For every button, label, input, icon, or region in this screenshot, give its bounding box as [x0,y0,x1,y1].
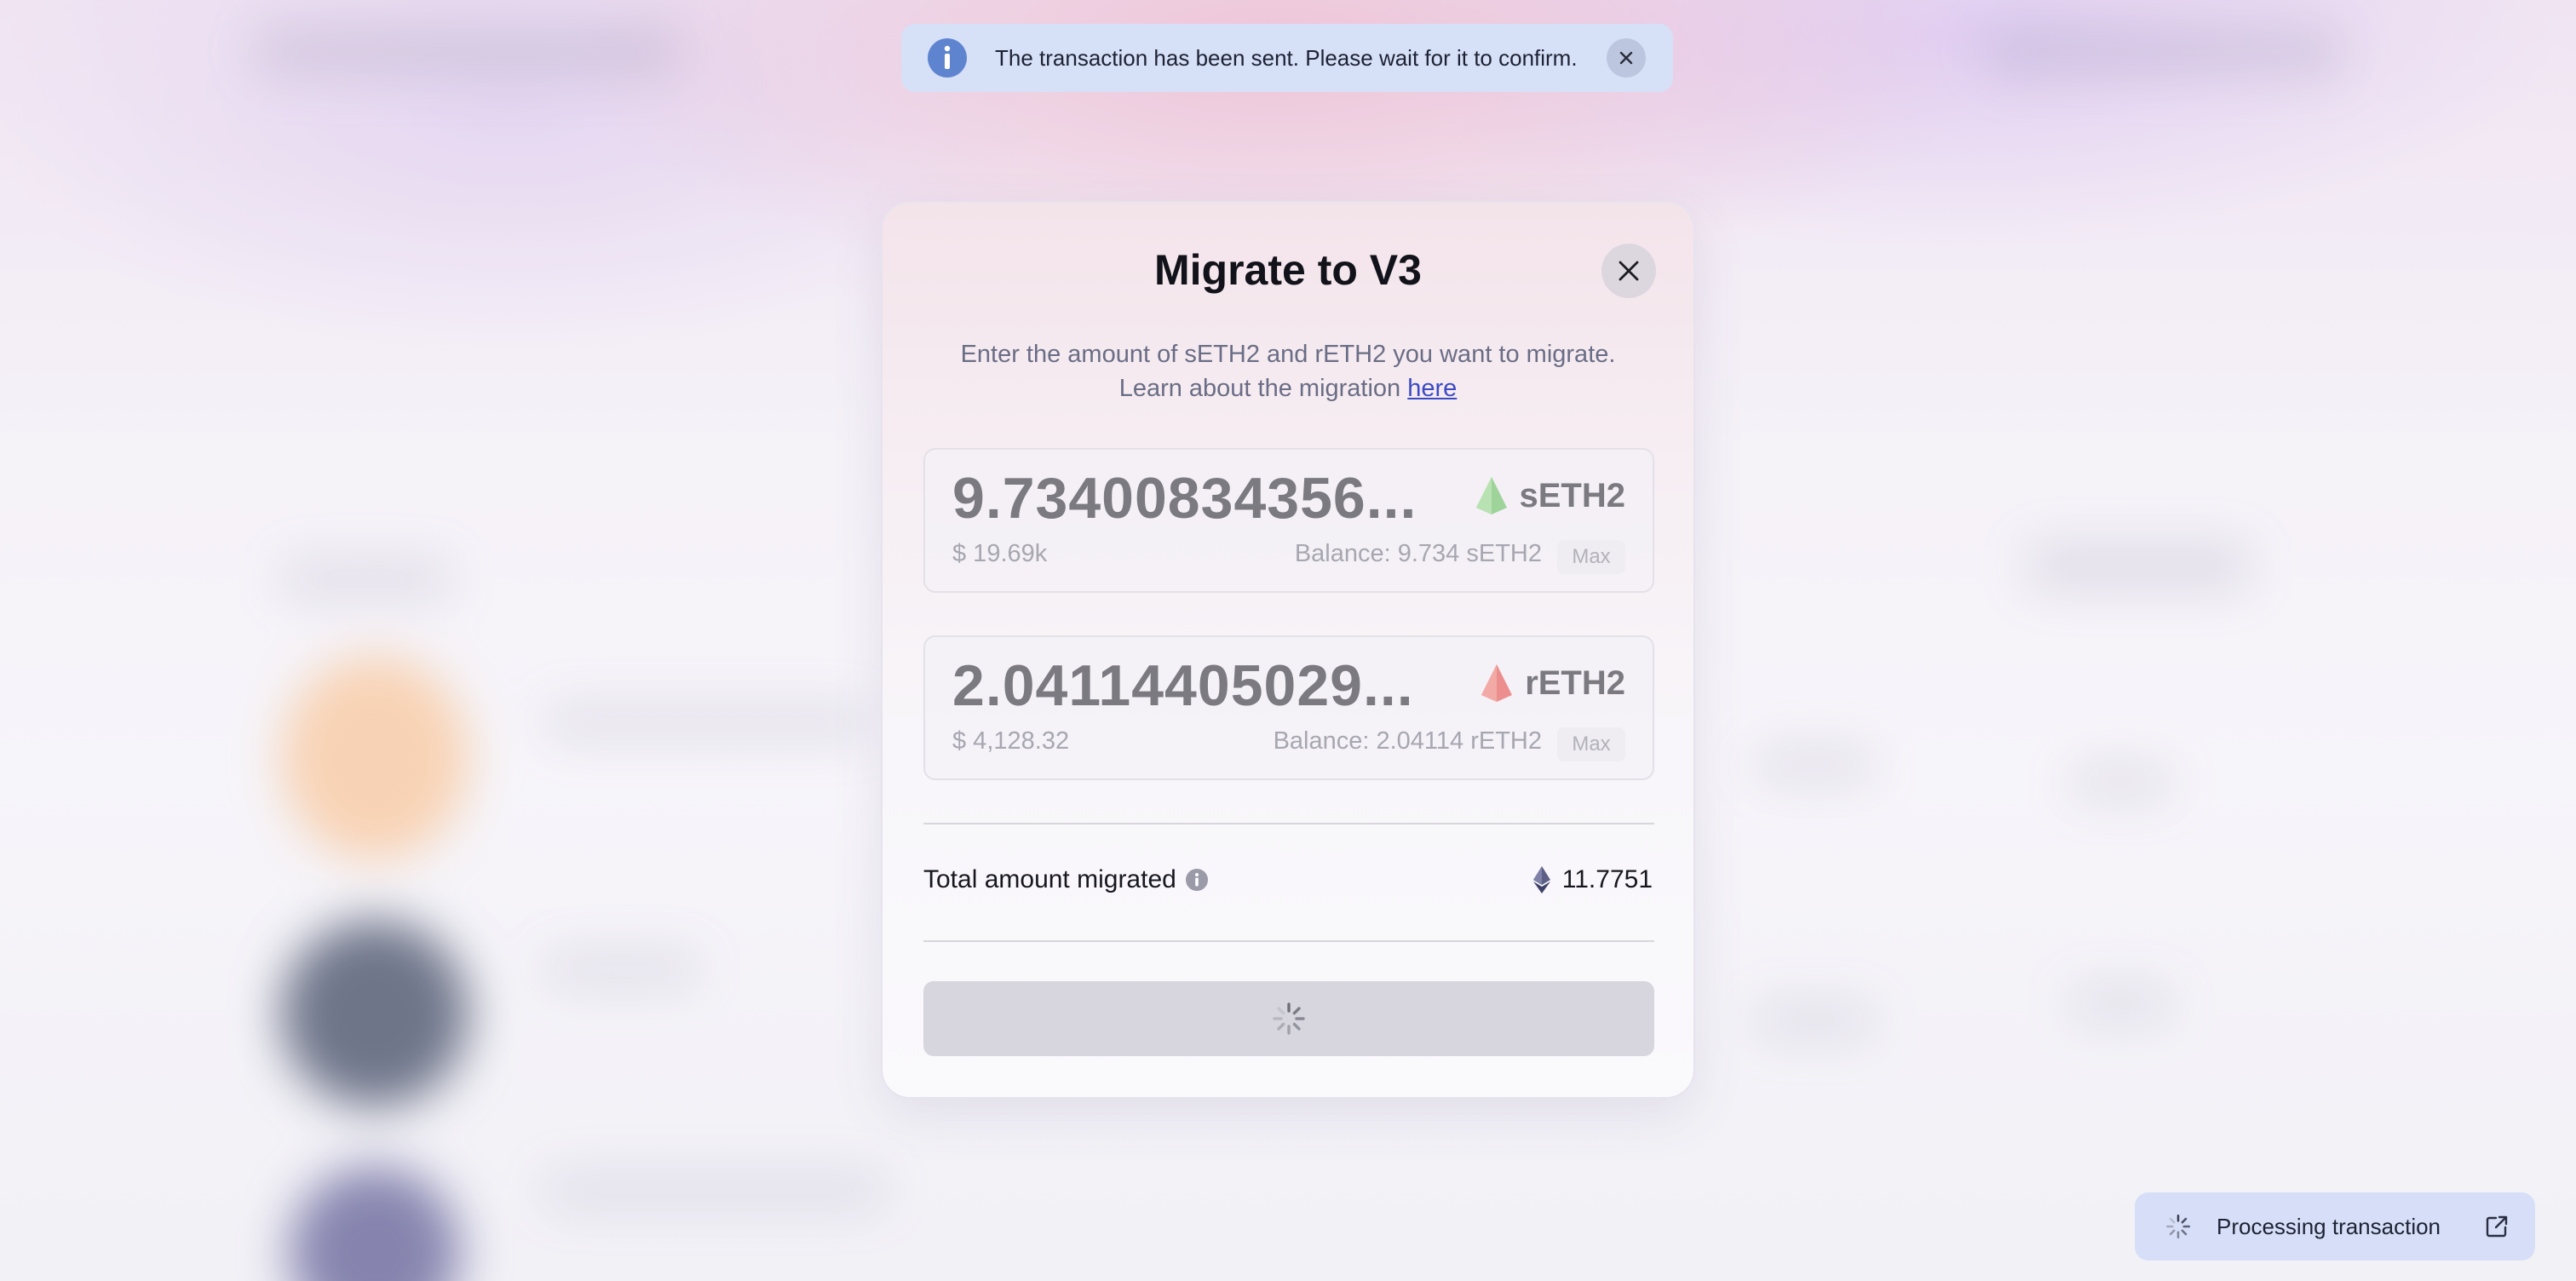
modal-title: Migrate to V3 [1154,246,1422,294]
seth2-symbol: sETH2 [1519,476,1626,514]
reth2-balance: Balance: 2.04114 rETH2 [1273,727,1542,755]
transaction-sent-toast: The transaction has been sent. Please wa… [901,24,1673,92]
seth2-usd-value: $ 19.69k [952,540,1048,567]
processing-transaction-toast[interactable]: Processing transaction [2135,1192,2535,1261]
migrate-submit-button[interactable] [923,981,1654,1056]
seth2-amount-input[interactable]: 9.73400834356... sETH2 $ 19.69k Balance:… [923,448,1654,593]
total-migrated-label: Total amount migrated [923,865,1209,894]
reth2-token-label: rETH2 [1479,663,1625,704]
migration-learn-more-link[interactable]: here [1407,375,1457,402]
description-prefix: Learn about the migration [1118,375,1401,402]
info-icon [928,38,967,78]
loading-spinner-icon [1273,1002,1305,1035]
seth2-token-icon [1475,477,1507,514]
reth2-token-icon [1481,664,1513,702]
seth2-token-label: sETH2 [1474,475,1626,516]
description-line-1: Enter the amount of sETH2 and rETH2 you … [960,341,1616,368]
reth2-amount-input[interactable]: 2.04114405029... rETH2 $ 4,128.32 Balanc… [923,635,1654,780]
loading-spinner-icon [2165,1214,2191,1239]
seth2-amount-value[interactable]: 9.73400834356... [952,465,1417,531]
divider [923,823,1654,824]
info-icon[interactable] [1185,868,1209,892]
external-link-icon[interactable] [2484,1214,2510,1239]
modal-description: Enter the amount of sETH2 and rETH2 you … [917,337,1659,405]
reth2-usd-value: $ 4,128.32 [952,727,1070,755]
toast-message: The transaction has been sent. Please wa… [995,44,1578,71]
close-icon [1619,51,1633,65]
reth2-amount-value[interactable]: 2.04114405029... [952,652,1414,719]
processing-label: Processing transaction [2217,1213,2441,1239]
reth2-max-button[interactable]: Max [1557,727,1625,761]
toast-close-button[interactable] [1607,38,1646,78]
migrate-modal: Migrate to V3 Enter the amount of sETH2 … [881,201,1695,1099]
modal-close-button[interactable] [1601,244,1656,298]
eth-icon [1532,866,1550,893]
total-migrated-text: Total amount migrated [923,865,1176,893]
description-line-2: Learn about the migration here [917,371,1659,405]
total-migrated-value: 11.7751 [1532,865,1653,894]
divider [923,940,1654,942]
reth2-symbol: rETH2 [1525,663,1625,702]
close-icon [1619,261,1639,281]
seth2-max-button[interactable]: Max [1557,540,1625,574]
seth2-balance: Balance: 9.734 sETH2 [1294,540,1542,567]
total-migrated-amount: 11.7751 [1561,865,1653,893]
